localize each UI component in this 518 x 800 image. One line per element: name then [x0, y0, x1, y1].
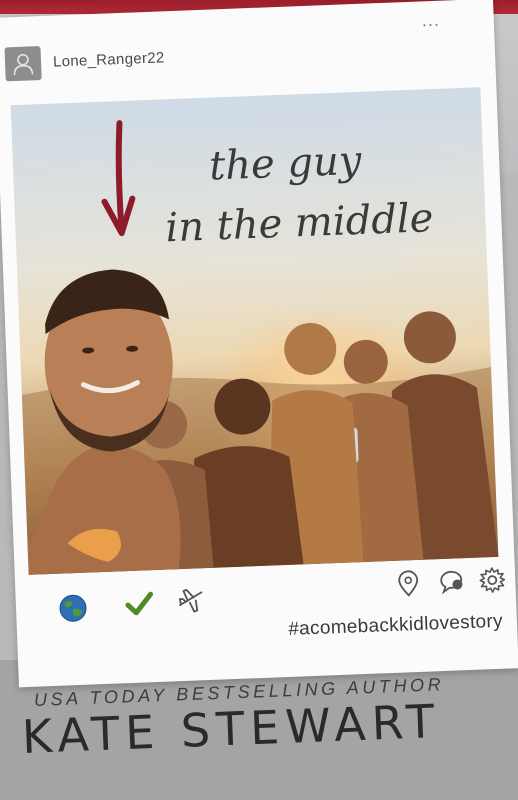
- globe-icon[interactable]: [57, 593, 88, 624]
- comment-icon[interactable]: [437, 566, 468, 597]
- location-pin-icon[interactable]: [393, 568, 424, 599]
- airplane-icon[interactable]: [175, 584, 206, 615]
- post-photo: the guy in the middle: [10, 87, 499, 575]
- arrow-down-icon: [101, 120, 136, 237]
- photo-illustration: [21, 120, 499, 575]
- avatar[interactable]: [4, 46, 42, 82]
- username[interactable]: Lone_Ranger22: [53, 49, 165, 70]
- check-icon[interactable]: [123, 588, 154, 619]
- social-post-card: Lone_Ranger22 ... the guy in the middle …: [0, 0, 518, 688]
- gear-icon[interactable]: [477, 565, 508, 596]
- user-icon: [13, 53, 34, 76]
- more-options-icon[interactable]: ...: [421, 10, 440, 31]
